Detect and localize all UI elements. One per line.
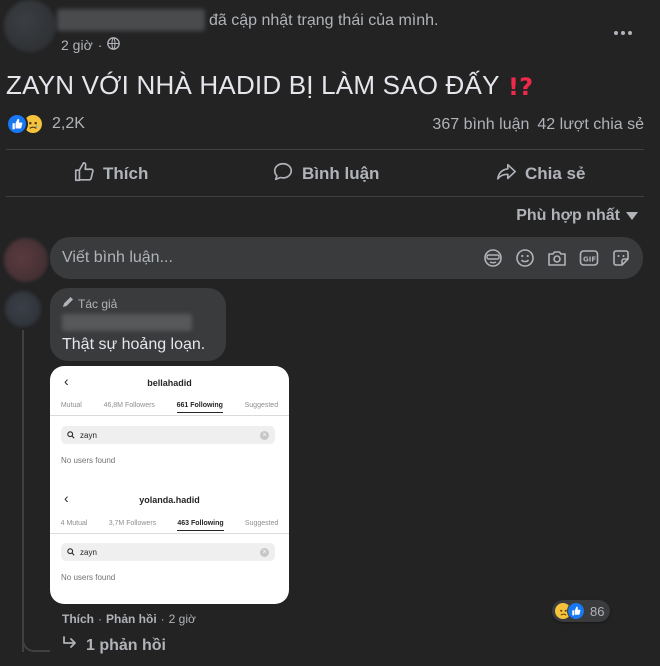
panel2-no-results: No users found — [61, 573, 116, 582]
panel1-search-box: zayn × — [61, 426, 275, 444]
caret-down-icon — [626, 207, 638, 225]
comment-sort-dropdown[interactable]: Phù hợp nhất — [516, 207, 638, 225]
panel2-tab: 4 Mutual — [60, 520, 88, 527]
svg-text:!?: !? — [508, 73, 533, 99]
post-title-text: ZAYN VỚI NHÀ HADID BỊ LÀM SAO ĐẤY — [6, 70, 500, 100]
clear-icon: × — [260, 547, 269, 557]
poster-name-redacted[interactable] — [57, 9, 205, 31]
panel2-tabs: 4 Mutual 3,7M Followers 463 Following Su… — [50, 520, 289, 531]
panel1-search-value: zayn — [80, 430, 97, 440]
panel1-tabs: Mutual 46,8M Followers 661 Following Sug… — [50, 402, 289, 413]
share-button[interactable]: Chia sẻ — [495, 159, 585, 189]
exclamation-question-emoji: !? — [508, 73, 534, 99]
gif-icon[interactable]: GIF — [579, 248, 599, 268]
status-text: đã cập nhật trạng thái của mình. — [209, 12, 439, 29]
comment-button[interactable]: Bình luận — [272, 159, 379, 189]
globe-icon — [107, 37, 121, 53]
comment-time[interactable]: 2 giờ — [169, 612, 196, 626]
like-button[interactable]: Thích — [73, 159, 148, 189]
search-icon — [67, 431, 75, 439]
thread-line — [22, 330, 24, 652]
panel2-search-value: zayn — [80, 547, 97, 557]
comment-reply-link[interactable]: Phản hồi — [106, 612, 157, 626]
share-count-link[interactable]: 42 lượt chia sẻ — [537, 116, 644, 134]
panel1-tab: Suggested — [244, 402, 279, 409]
comment-like-link[interactable]: Thích — [62, 612, 94, 626]
author-badge-label: Tác giả — [78, 296, 118, 311]
commenter-name-redacted[interactable] — [62, 314, 192, 331]
comment-reaction-summary[interactable]: 86 — [552, 600, 611, 622]
divider — [6, 196, 644, 197]
share-arrow-icon — [495, 161, 517, 188]
divider — [50, 415, 289, 416]
author-badge: Tác giả — [62, 296, 117, 311]
reaction-summary[interactable]: 2,2K — [6, 113, 85, 135]
composer-tools: GIF — [483, 248, 631, 268]
comment-input[interactable]: Viết bình luận... GIF — [50, 237, 643, 279]
comment-actions: Thích · Phản hồi · 2 giờ — [62, 612, 196, 626]
pen-icon — [62, 296, 74, 311]
panel2-tab-active: 463 Following — [177, 520, 224, 531]
panel2-search-box: zayn × — [61, 543, 275, 561]
dot-separator: · — [98, 612, 102, 626]
poster-avatar[interactable] — [4, 0, 56, 52]
commenter-avatar[interactable] — [5, 291, 41, 327]
current-user-avatar[interactable] — [4, 238, 48, 282]
dot-separator: · — [97, 37, 103, 53]
sort-label: Phù hợp nhất — [516, 207, 620, 224]
thread-connector — [22, 632, 50, 652]
post-time[interactable]: 2 giờ — [61, 37, 93, 53]
comment-label: Bình luận — [302, 164, 380, 183]
comment-reaction-count: 86 — [590, 603, 605, 619]
panel1-tab: Mutual — [60, 402, 82, 409]
more-options-button[interactable] — [610, 20, 636, 46]
emoji-icon[interactable] — [515, 248, 535, 268]
panel1-tab: 46,8M Followers — [103, 402, 155, 409]
dot-separator: · — [160, 612, 165, 626]
divider — [6, 149, 644, 150]
panel1-username: bellahadid — [147, 378, 192, 388]
divider — [50, 533, 289, 534]
post-title: ZAYN VỚI NHÀ HADID BỊ LÀM SAO ĐẤY !? — [6, 70, 534, 101]
reaction-count: 2,2K — [52, 115, 85, 132]
comment-count-link[interactable]: 367 bình luận — [432, 116, 529, 134]
avatar-sticker-icon[interactable] — [483, 248, 503, 268]
comment-attachment-image[interactable]: ‹ bellahadid Mutual 46,8M Followers 661 … — [50, 366, 289, 604]
speech-bubble-icon — [272, 161, 294, 188]
replies-label: 1 phản hồi — [86, 636, 166, 654]
sticker-icon[interactable] — [611, 248, 631, 268]
thumbs-up-icon — [73, 161, 95, 188]
reply-arrow-icon — [62, 636, 78, 655]
like-label: Thích — [103, 164, 149, 183]
like-icon — [6, 113, 28, 135]
panel2-username: yolanda.hadid — [139, 495, 200, 505]
panel1-tab-active: 661 Following — [176, 402, 223, 413]
post-meta: 2 giờ · — [61, 37, 121, 53]
panel2-tab: 3,7M Followers — [108, 520, 157, 527]
view-replies-button[interactable]: 1 phản hồi — [62, 636, 166, 655]
clear-icon: × — [260, 430, 269, 440]
comment-text: Thật sự hoảng loạn. — [62, 336, 206, 353]
svg-text:GIF: GIF — [583, 256, 596, 264]
like-icon — [567, 602, 585, 620]
share-label: Chia sẻ — [525, 164, 586, 183]
panel2-tab: Suggested — [244, 520, 279, 527]
comment-placeholder: Viết bình luận... — [62, 249, 173, 266]
search-icon — [67, 548, 75, 556]
camera-icon[interactable] — [547, 248, 567, 268]
panel1-no-results: No users found — [61, 456, 116, 465]
post-stats: 367 bình luận 42 lượt chia sẻ — [432, 116, 644, 134]
